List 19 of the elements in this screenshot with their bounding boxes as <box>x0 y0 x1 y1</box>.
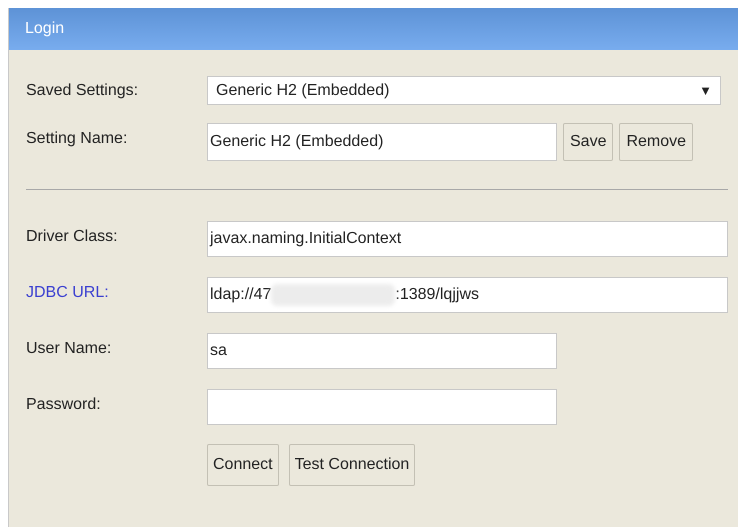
connect-button[interactable]: Connect <box>207 444 279 486</box>
text-field[interactable]: Generic H2 (Embedded) <box>207 123 557 161</box>
save-button[interactable]: Save <box>563 123 614 161</box>
field-label: Setting Name: <box>26 129 128 149</box>
field-label: User Name: <box>26 339 112 359</box>
password-field[interactable] <box>207 389 557 425</box>
field-label: Driver Class: <box>26 227 119 247</box>
settings-dropdown[interactable]: Generic H2 (Embedded) ▼ <box>207 76 721 105</box>
field-label: Password: <box>26 395 102 415</box>
caret-icon: ▼ <box>699 80 712 100</box>
window-title: Login <box>25 19 64 39</box>
url-field[interactable]: ldap://47 :1389/lqjjws <box>207 277 728 313</box>
dropdown-value: Generic H2 (Embedded) <box>216 80 390 100</box>
field-label: JDBC URL: <box>26 283 110 303</box>
text-field[interactable]: javax.naming.InitialContext <box>207 221 728 257</box>
test-connection-button[interactable]: Test Connection <box>288 444 416 486</box>
remove-button[interactable]: Remove <box>619 123 694 161</box>
text-field[interactable]: sa <box>207 333 557 369</box>
field-label: Saved Settings: <box>26 80 140 100</box>
